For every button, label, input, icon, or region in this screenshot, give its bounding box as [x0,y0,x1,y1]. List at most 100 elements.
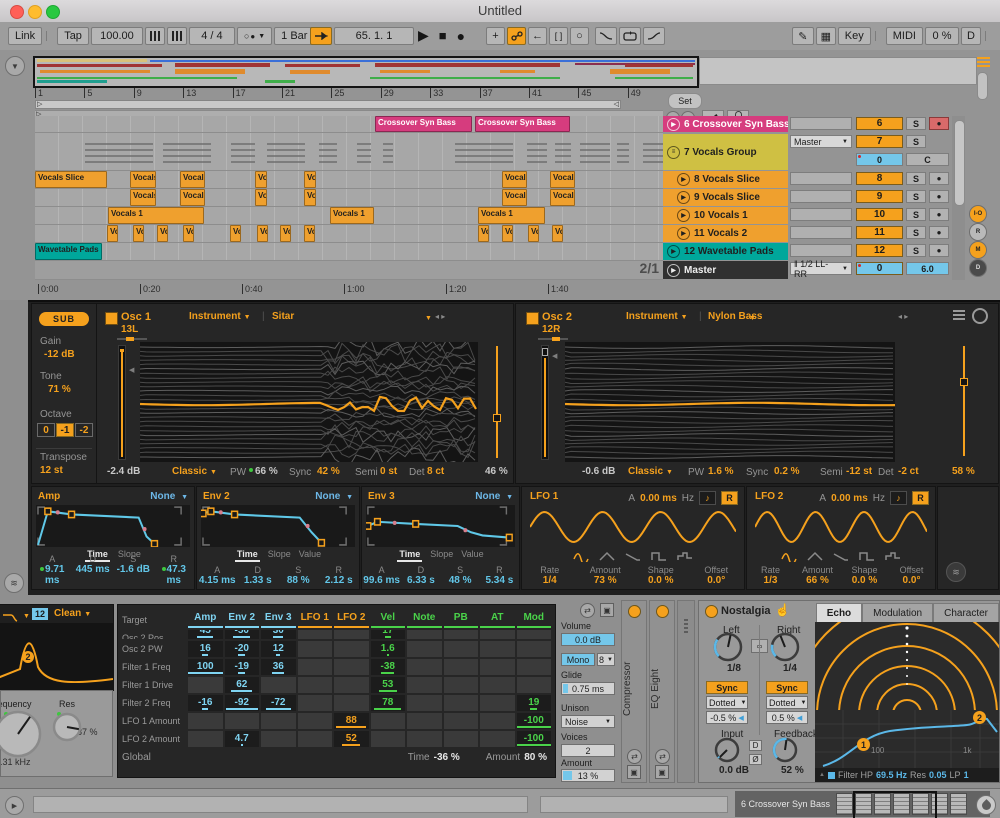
matrix-cell[interactable] [407,731,442,747]
tempo-field[interactable]: 100.00 [91,27,143,45]
track-name[interactable]: ≡7 Vocals Group [663,134,788,170]
bar-ruler[interactable]: 15913172125293337414549 [35,88,665,99]
matrix-cell[interactable] [261,677,296,693]
track-number-button[interactable]: 10 [856,208,903,221]
matrix-cell[interactable] [407,695,442,711]
mixer-toggle-r[interactable]: R [969,223,987,241]
midi-map-button[interactable]: MIDI [886,27,923,45]
input-value[interactable]: 0.0 dB [719,765,749,776]
matrix-cell[interactable]: 12 [261,641,296,657]
track-routing[interactable]: Master▼ [790,135,852,148]
arm-button[interactable]: ● [929,190,949,203]
track-number-button[interactable]: 8 [856,172,903,185]
clip[interactable]: Wavetable Pads [35,243,102,260]
lfo-offset[interactable]: 0.0° [888,575,935,586]
arm-button[interactable]: ● [929,117,949,130]
tab-echo[interactable]: Echo [816,603,862,623]
matrix-cell[interactable] [444,713,479,729]
save-preset-icon[interactable]: ▣ [655,765,669,779]
matrix-cell[interactable]: -20 [225,641,260,657]
device-thumbnail[interactable] [836,793,853,815]
matrix-cell[interactable] [188,713,223,729]
osc1-pan-slider[interactable] [117,338,147,340]
matrix-cell[interactable]: -19 [225,659,260,675]
matrix-cell[interactable] [334,695,369,711]
set-button[interactable]: Set [668,93,702,109]
record-button[interactable]: ● [457,28,465,44]
matrix-cell[interactable] [407,641,442,657]
env-decay[interactable]: 6.33 s [401,575,440,586]
clip[interactable]: Vocals 2 [230,225,241,242]
overview-scrollbar[interactable] [977,72,988,100]
right-mode-menu[interactable]: Dotted▼ [766,696,808,709]
draw-mode-icon[interactable]: ✎ [792,27,814,45]
track-lane[interactable]: Vocals SliceVocals SliceVocals SliceVoca… [35,171,663,189]
right-division-value[interactable]: 1/4 [783,663,797,674]
lfo-amount[interactable]: 73 % [578,575,634,586]
drag-handle-icon[interactable] [684,619,688,633]
clip[interactable]: Vocals 2 [157,225,168,242]
osc2-level-fader[interactable] [541,345,549,460]
track-routing[interactable] [790,117,852,130]
fader-handle-icon[interactable]: ◀ [552,352,557,360]
unison-amount-field[interactable]: 13 % [561,769,615,782]
filter-band1-badge[interactable]: 1 [857,738,870,751]
global-amount-value[interactable]: 80 % [524,752,547,763]
env-release[interactable]: 47.3 ms [154,564,195,586]
device-activator-icon[interactable] [705,605,718,618]
lfo-rate[interactable]: 1/4 [522,575,578,586]
track-routing[interactable] [790,190,852,203]
loop-switch-icon[interactable]: ○ [570,27,589,45]
clip[interactable]: Vocals 1 [478,207,545,224]
capture-midi-icon[interactable] [507,27,526,45]
track-header[interactable]: ▶9 Vocals Slice9S● [663,189,958,207]
track-lane[interactable]: Wavetable Pads [35,243,663,261]
osc2-enable-checkbox[interactable] [526,312,539,325]
osc1-position-slider[interactable] [496,346,498,458]
left-mode-menu[interactable]: Dotted▼ [706,696,748,709]
transpose-value[interactable]: 12 st [40,465,63,476]
clip[interactable]: Vocals Slice [255,171,267,188]
track-lane[interactable] [35,134,663,171]
osc1-pw-value[interactable]: 66 % [255,466,278,477]
osc1-level-value[interactable]: -2.4 dB [107,466,140,477]
track-name[interactable]: ▶6 Crossover Syn Bass [663,116,788,132]
matrix-cell[interactable] [480,641,515,657]
volume-field[interactable]: 0.0 dB [561,633,615,646]
matrix-cell[interactable] [444,659,479,675]
clip[interactable]: Vocals Slice [304,171,316,188]
matrix-cell[interactable]: -16 [188,695,223,711]
phase-invert-button[interactable]: Ø [749,754,762,765]
env-decay[interactable]: 445 ms [73,564,114,586]
device-activator-icon[interactable] [656,605,669,618]
matrix-cell[interactable]: -38 [371,659,406,675]
lfo-attack-value[interactable]: 0.00 ms [831,493,868,504]
osc1-prev-next-icons[interactable]: ◂ ▸ [435,312,445,321]
device-thumbnail[interactable] [950,793,967,815]
matrix-column-note[interactable]: Note [407,612,442,628]
vertical-scrollbar[interactable] [954,120,965,206]
osc2-pan-slider[interactable] [538,338,568,340]
filter2-badge[interactable]: 2 [22,651,34,663]
osc1-enable-checkbox[interactable] [105,312,118,325]
lfo-amount[interactable]: 66 % [794,575,841,586]
clip[interactable]: Vocals 2 [107,225,118,242]
osc2-prev-next-icons[interactable]: ◂ ▸ [898,312,908,321]
clip[interactable]: Vocals 2 [183,225,194,242]
matrix-cell[interactable] [444,641,479,657]
lfo-attack-value[interactable]: 0.00 ms [640,493,677,504]
matrix-cell[interactable] [407,677,442,693]
matrix-cell[interactable] [444,695,479,711]
env-graph[interactable] [366,505,515,547]
matrix-cell[interactable]: 1.6 [371,641,406,657]
echo-tunnel-display[interactable] [815,622,999,710]
clip[interactable]: Vocals Slice [304,189,316,206]
matrix-cell[interactable]: 53 [371,677,406,693]
track-header[interactable]: ▶Master‖ 1/2 LL-RR▼06.0 [663,261,958,280]
osc1-wavetable-menu[interactable]: Sitar [272,311,294,322]
follow-button[interactable] [310,27,332,45]
fade-in-icon[interactable] [595,27,617,45]
track-name[interactable]: ▶Master [663,261,788,279]
clip[interactable]: Vocals 2 [133,225,144,242]
clip[interactable]: Vocals Slice [550,189,575,206]
